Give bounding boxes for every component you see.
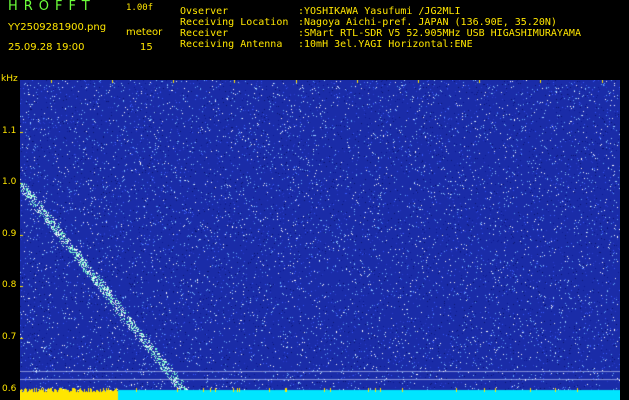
y-tick-label: 0.9: [2, 228, 17, 239]
info-row-location: Receiving Location :Nagoya Aichi-pref. JA…: [180, 17, 581, 28]
spectrogram-canvas: [20, 80, 620, 400]
station-info: Ovserver :YOSHIKAWA Yasufumi /JG2MLI Rece…: [180, 6, 581, 50]
info-key: Ovserver: [180, 6, 229, 17]
info-value: :SMart RTL-SDR V5 52.905MHz USB HIGASHIM…: [298, 28, 581, 39]
y-tick-label: 1.0: [2, 177, 17, 188]
datetime-label: 25.09.28 19:00: [8, 42, 85, 53]
y-tick-label: 0.6: [2, 383, 17, 394]
mode-label: meteor: [126, 27, 163, 38]
info-row-observer: Ovserver :YOSHIKAWA Yasufumi /JG2MLI: [180, 6, 581, 17]
meteor-count: 15: [140, 42, 153, 53]
info-key: Receiving Antenna: [180, 39, 283, 50]
info-key: Receiving Location: [180, 17, 289, 28]
y-tick-label: 0.7: [2, 332, 17, 343]
app-title: HROFFT: [8, 0, 96, 14]
y-axis-label: kHz: [1, 74, 18, 84]
info-row-receiver: Receiver :SMart RTL-SDR V5 52.905MHz USB …: [180, 28, 581, 39]
info-key: Receiver: [180, 28, 229, 39]
info-row-antenna: Receiving Antenna :10mH 3el.YAGI Horizont…: [180, 39, 581, 50]
file-name: YY2509281900.png: [8, 22, 107, 33]
info-value: :Nagoya Aichi-pref. JAPAN (136.90E, 35.2…: [298, 17, 557, 28]
y-tick-label: 1.1: [2, 125, 17, 136]
info-value: :10mH 3el.YAGI Horizontal:ENE: [298, 39, 473, 50]
version-label: 1.00f: [126, 3, 154, 13]
y-tick-label: 0.8: [2, 280, 17, 291]
info-value: :YOSHIKAWA Yasufumi /JG2MLI: [298, 6, 461, 17]
